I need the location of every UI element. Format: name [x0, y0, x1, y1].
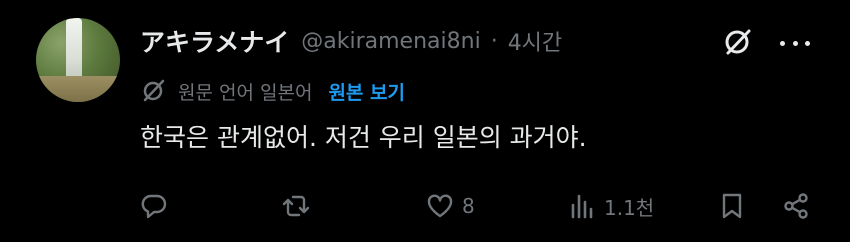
share-button[interactable] [782, 188, 810, 224]
avatar-pool [36, 76, 120, 102]
tweet-text: 한국은 관계없어. 저건 우리 일본의 과거야. [140, 123, 587, 152]
reply-button[interactable] [140, 188, 168, 224]
separator-dot: · [490, 28, 498, 54]
share-icon [784, 193, 808, 219]
views-count: 1.1천 [604, 195, 655, 220]
timestamp[interactable]: 4시간 [508, 25, 562, 57]
grok-icon[interactable] [722, 26, 754, 58]
translate-icon [143, 79, 165, 102]
avatar[interactable] [36, 18, 120, 102]
user-handle[interactable]: @akiramenai8ni [301, 29, 480, 54]
show-original-link[interactable]: 원본 보기 [328, 78, 405, 105]
more-icon[interactable] [780, 28, 810, 58]
translation-row: 원문 언어 일본어 원본 보기 [140, 74, 405, 108]
action-bar: 8 1.1천 [140, 188, 820, 224]
views-icon [571, 194, 593, 219]
like-icon [427, 194, 453, 218]
translation-label: 원문 언어 일본어 [178, 81, 313, 104]
display-name[interactable]: アキラメナイ [140, 23, 289, 59]
tweet-header: アキラメナイ @akiramenai8ni · 4시간 [140, 24, 562, 58]
reply-icon [141, 194, 167, 219]
views-button[interactable]: 1.1천 [568, 188, 654, 224]
like-count: 8 [462, 194, 475, 218]
bookmark-icon [722, 193, 742, 219]
retweet-button[interactable] [282, 188, 310, 224]
retweet-icon [282, 195, 310, 217]
like-button[interactable]: 8 [426, 188, 475, 224]
bookmark-button[interactable] [718, 188, 746, 224]
